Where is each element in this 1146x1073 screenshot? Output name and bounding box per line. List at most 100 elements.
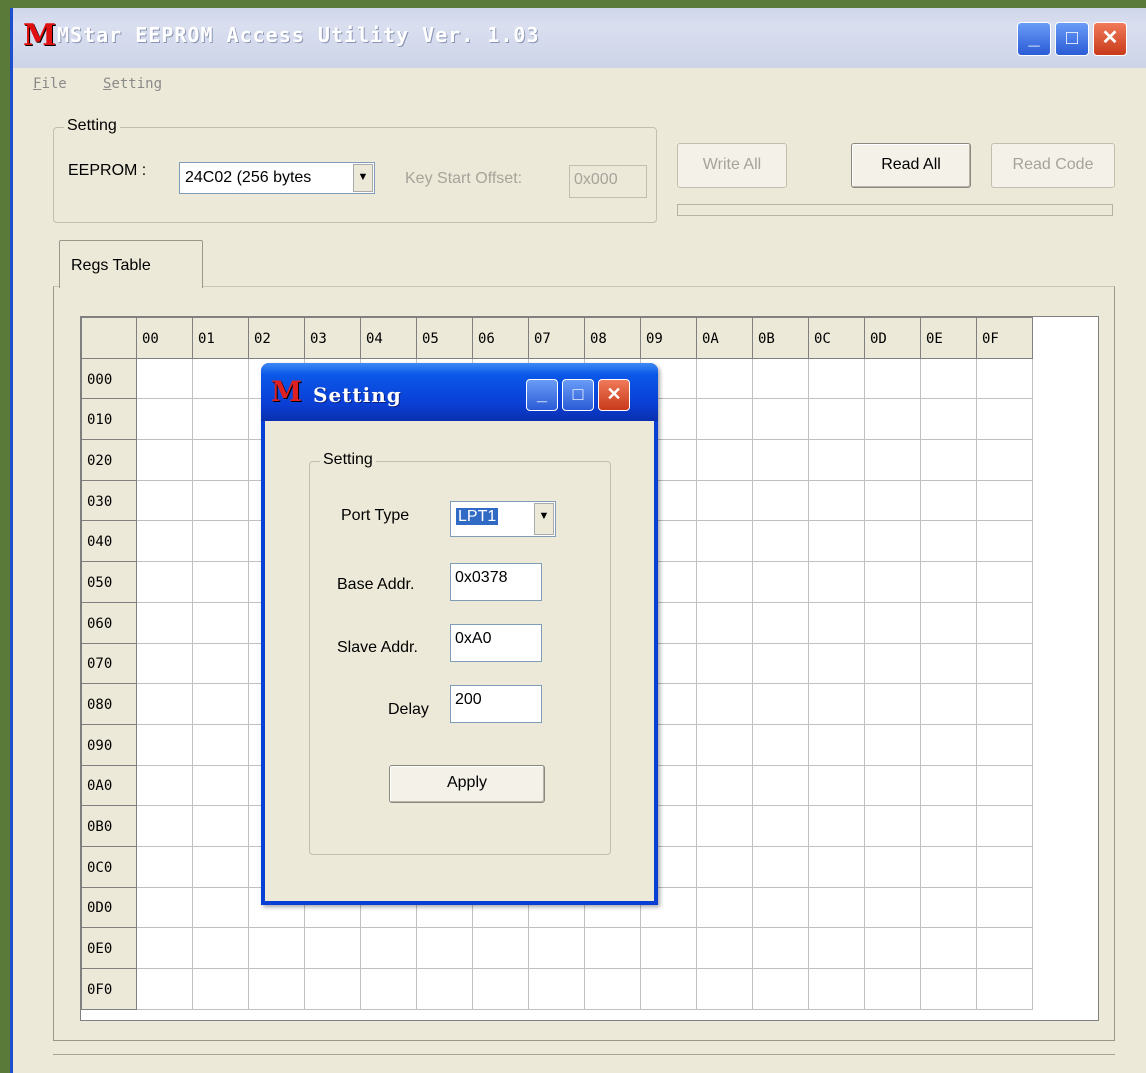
- grid-cell[interactable]: [808, 845, 865, 888]
- grid-cell[interactable]: [920, 561, 977, 603]
- grid-cell[interactable]: [192, 561, 249, 603]
- grid-cell[interactable]: [976, 968, 1033, 1010]
- read-code-button[interactable]: Read Code: [991, 143, 1115, 188]
- grid-cell[interactable]: [864, 439, 921, 481]
- grid-cell[interactable]: [360, 927, 417, 969]
- menu-file[interactable]: File: [33, 76, 67, 92]
- grid-cell[interactable]: [472, 968, 529, 1010]
- grid-cell[interactable]: [696, 561, 753, 603]
- apply-button[interactable]: Apply: [389, 765, 545, 803]
- grid-cell[interactable]: [864, 683, 921, 725]
- grid-cell[interactable]: [976, 520, 1033, 563]
- grid-cell[interactable]: [920, 439, 977, 481]
- grid-cell[interactable]: [808, 683, 865, 725]
- grid-cell[interactable]: [136, 642, 193, 685]
- grid-cell[interactable]: [752, 845, 809, 888]
- grid-cell[interactable]: [976, 439, 1033, 481]
- grid-cell[interactable]: [920, 642, 977, 685]
- grid-cell[interactable]: [192, 398, 249, 441]
- grid-cell[interactable]: [808, 968, 865, 1010]
- base-addr-field[interactable]: 0x0378: [450, 563, 542, 601]
- grid-cell[interactable]: [696, 520, 753, 563]
- grid-cell[interactable]: [920, 479, 977, 522]
- grid-cell[interactable]: [864, 479, 921, 522]
- grid-cell[interactable]: [864, 642, 921, 685]
- grid-cell[interactable]: [136, 357, 193, 400]
- grid-cell[interactable]: [136, 805, 193, 847]
- grid-cell[interactable]: [136, 561, 193, 603]
- grid-cell[interactable]: [528, 968, 585, 1010]
- menu-setting[interactable]: Setting: [103, 76, 162, 92]
- grid-cell[interactable]: [136, 479, 193, 522]
- grid-cell[interactable]: [192, 642, 249, 685]
- grid-cell[interactable]: [752, 886, 809, 929]
- grid-cell[interactable]: [976, 601, 1033, 644]
- grid-cell[interactable]: [192, 439, 249, 481]
- grid-cell[interactable]: [696, 601, 753, 644]
- grid-cell[interactable]: [696, 357, 753, 400]
- grid-cell[interactable]: [864, 968, 921, 1010]
- grid-cell[interactable]: [360, 968, 417, 1010]
- grid-cell[interactable]: [696, 845, 753, 888]
- grid-cell[interactable]: [920, 845, 977, 888]
- grid-cell[interactable]: [192, 683, 249, 725]
- grid-cell[interactable]: [304, 968, 361, 1010]
- grid-cell[interactable]: [920, 764, 977, 807]
- grid-cell[interactable]: [752, 439, 809, 481]
- grid-cell[interactable]: [696, 886, 753, 929]
- grid-cell[interactable]: [808, 723, 865, 766]
- grid-cell[interactable]: [640, 927, 697, 969]
- grid-cell[interactable]: [696, 479, 753, 522]
- grid-cell[interactable]: [976, 642, 1033, 685]
- grid-cell[interactable]: [752, 723, 809, 766]
- grid-cell[interactable]: [416, 968, 473, 1010]
- grid-cell[interactable]: [696, 642, 753, 685]
- grid-cell[interactable]: [752, 805, 809, 847]
- grid-cell[interactable]: [752, 764, 809, 807]
- grid-cell[interactable]: [752, 642, 809, 685]
- grid-cell[interactable]: [920, 683, 977, 725]
- grid-cell[interactable]: [752, 398, 809, 441]
- grid-cell[interactable]: [584, 968, 641, 1010]
- write-all-button[interactable]: Write All: [677, 143, 787, 188]
- grid-cell[interactable]: [808, 805, 865, 847]
- grid-cell[interactable]: [192, 479, 249, 522]
- grid-cell[interactable]: [752, 479, 809, 522]
- grid-cell[interactable]: [752, 968, 809, 1010]
- grid-cell[interactable]: [808, 357, 865, 400]
- grid-cell[interactable]: [976, 927, 1033, 969]
- grid-cell[interactable]: [976, 398, 1033, 441]
- grid-cell[interactable]: [136, 723, 193, 766]
- grid-cell[interactable]: [136, 683, 193, 725]
- grid-cell[interactable]: [136, 968, 193, 1010]
- grid-cell[interactable]: [808, 886, 865, 929]
- grid-cell[interactable]: [976, 357, 1033, 400]
- grid-cell[interactable]: [192, 764, 249, 807]
- grid-cell[interactable]: [920, 927, 977, 969]
- grid-cell[interactable]: [192, 601, 249, 644]
- grid-cell[interactable]: [864, 357, 921, 400]
- dialog-close-button[interactable]: ✕: [598, 379, 630, 411]
- grid-cell[interactable]: [136, 398, 193, 441]
- grid-cell[interactable]: [192, 723, 249, 766]
- grid-cell[interactable]: [136, 927, 193, 969]
- grid-cell[interactable]: [808, 561, 865, 603]
- grid-cell[interactable]: [864, 886, 921, 929]
- grid-cell[interactable]: [920, 886, 977, 929]
- grid-cell[interactable]: [808, 398, 865, 441]
- grid-cell[interactable]: [752, 357, 809, 400]
- grid-cell[interactable]: [864, 520, 921, 563]
- grid-cell[interactable]: [696, 439, 753, 481]
- grid-cell[interactable]: [136, 886, 193, 929]
- grid-cell[interactable]: [136, 520, 193, 563]
- grid-cell[interactable]: [976, 886, 1033, 929]
- grid-cell[interactable]: [920, 398, 977, 441]
- main-titlebar[interactable]: M MStar EEPROM Access Utility Ver. 1.03 …: [13, 8, 1146, 68]
- grid-cell[interactable]: [920, 357, 977, 400]
- read-all-button[interactable]: Read All: [851, 143, 971, 188]
- grid-cell[interactable]: [752, 561, 809, 603]
- grid-cell[interactable]: [752, 683, 809, 725]
- grid-cell[interactable]: [696, 723, 753, 766]
- grid-cell[interactable]: [248, 927, 305, 969]
- grid-cell[interactable]: [696, 968, 753, 1010]
